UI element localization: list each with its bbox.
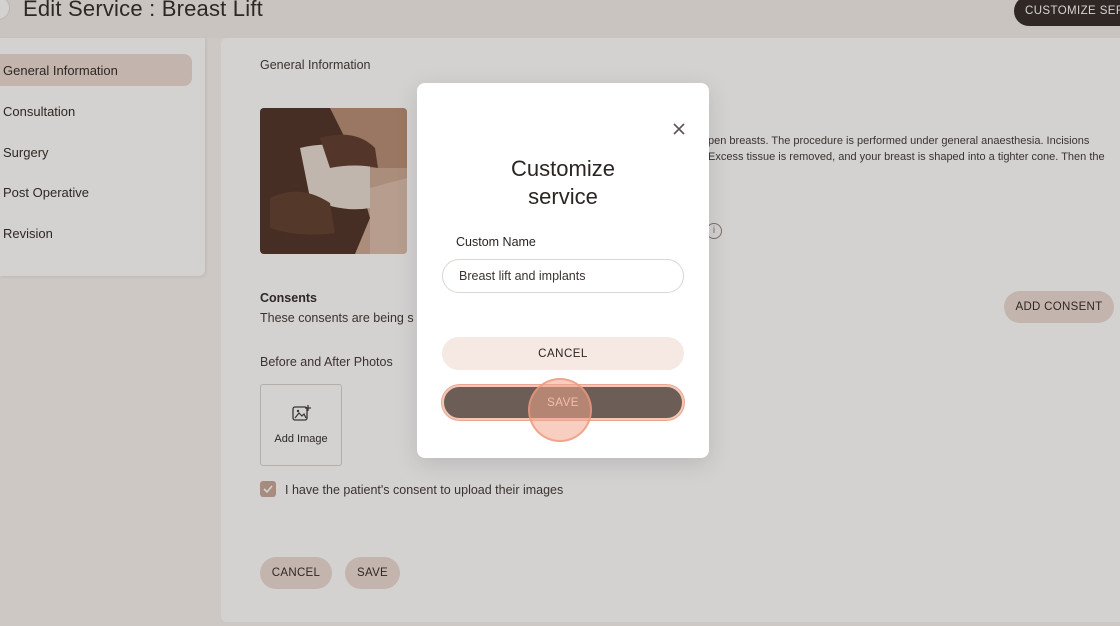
custom-name-input[interactable]	[442, 259, 684, 293]
custom-name-label: Custom Name	[456, 235, 536, 249]
modal-cancel-button[interactable]: CANCEL	[442, 337, 684, 370]
modal-title-text: Customize service	[511, 156, 615, 209]
close-icon[interactable]	[672, 122, 686, 136]
modal-save-button[interactable]: SAVE	[442, 385, 684, 420]
customize-service-modal: Customize service Custom Name CANCEL SAV…	[417, 83, 709, 458]
modal-title: Customize service	[417, 155, 709, 211]
